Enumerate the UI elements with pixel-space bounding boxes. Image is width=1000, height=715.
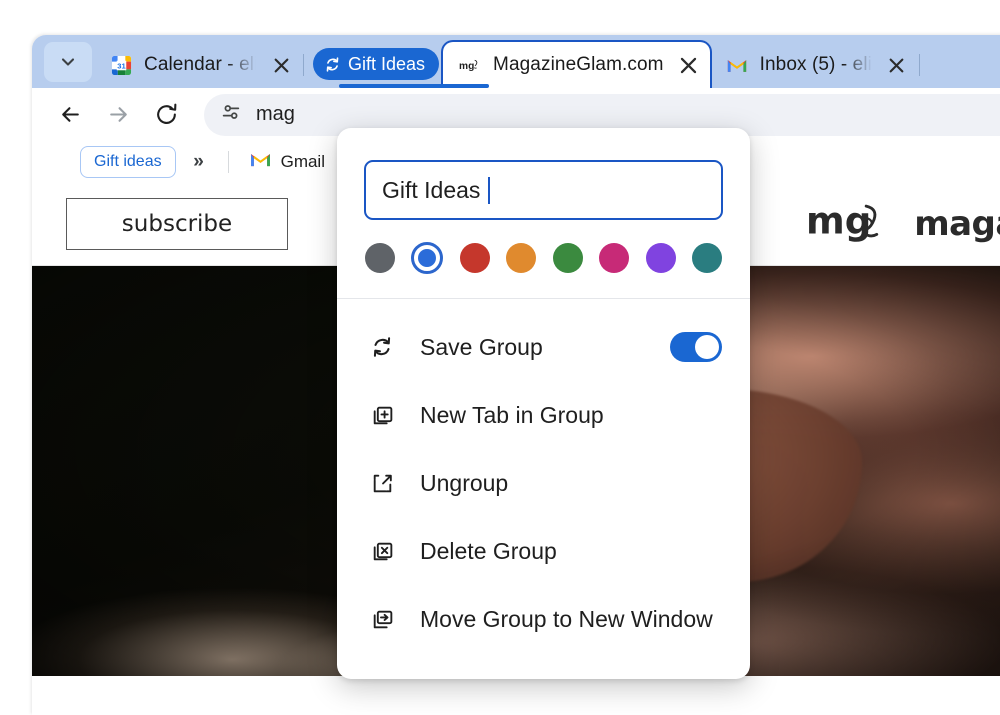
forward-button[interactable]	[96, 93, 140, 137]
svg-text:mg: mg	[459, 61, 474, 72]
menu-item-save-group[interactable]: Save Group	[337, 313, 750, 381]
ungroup-icon	[369, 470, 395, 496]
tab-separator	[303, 54, 304, 76]
tab-group-chip-label: Gift Ideas	[348, 53, 426, 74]
delete-group-icon	[369, 538, 395, 564]
svg-text:31: 31	[117, 61, 126, 70]
google-calendar-icon: 31	[110, 54, 132, 76]
color-swatch-grey[interactable]	[365, 243, 395, 273]
menu-item-label: Delete Group	[420, 537, 557, 564]
close-icon	[274, 58, 288, 72]
group-color-picker	[337, 220, 750, 298]
tab-calendar[interactable]: 31 Calendar - eli	[96, 42, 300, 88]
color-swatch-cyan[interactable]	[691, 243, 722, 273]
group-name-value: Gift Ideas	[382, 176, 481, 203]
new-tab-in-group-icon	[369, 402, 395, 428]
tab-title: MagazineGlam.com	[493, 54, 664, 75]
gmail-icon	[249, 151, 272, 173]
back-button[interactable]	[48, 93, 92, 137]
save-group-icon	[369, 334, 395, 360]
tab-magazineglam[interactable]: mg MagazineGlam.com	[441, 40, 712, 88]
tab-group-editor-popup: Gift Ideas Save Group New Tab in Group U…	[337, 128, 750, 679]
menu-item-label: Ungroup	[420, 469, 509, 496]
address-bar-text: mag	[256, 103, 295, 125]
magazineglam-favicon: mg	[459, 54, 481, 76]
tab-close-button[interactable]	[676, 52, 702, 78]
color-swatch-orange[interactable]	[506, 243, 537, 273]
forward-arrow-icon	[109, 107, 127, 122]
reload-button[interactable]	[144, 93, 188, 137]
menu-item-label: New Tab in Group	[420, 401, 604, 428]
tab-title: Calendar - eli	[144, 54, 256, 75]
site-brand: mg magazin	[806, 197, 1000, 252]
bookmark-item-gmail[interactable]: Gmail	[241, 147, 333, 177]
menu-item-new-tab-in-group[interactable]: New Tab in Group	[337, 381, 750, 449]
back-arrow-icon	[61, 107, 79, 122]
tab-close-button[interactable]	[884, 52, 910, 78]
color-swatch-purple[interactable]	[645, 243, 676, 273]
bookmarks-overflow-button[interactable]: »	[182, 147, 216, 177]
group-menu-list: Save Group New Tab in Group Ungroup Dele…	[337, 299, 750, 679]
reload-icon	[156, 103, 176, 124]
tab-strip: 31 Calendar - eli Gift Ideas mg Magazine…	[32, 35, 1000, 88]
chevron-down-icon	[61, 58, 75, 66]
group-name-input[interactable]: Gift Ideas	[364, 160, 723, 220]
tab-title: Inbox (5) - elis	[759, 54, 872, 75]
menu-item-move-group-to-new-window[interactable]: Move Group to New Window	[337, 585, 750, 653]
tab-search-chevron-button[interactable]	[44, 42, 92, 82]
tab-close-button[interactable]	[268, 52, 294, 78]
save-group-icon	[326, 56, 339, 72]
bookmark-saved-group-gift-ideas[interactable]: Gift ideas	[80, 146, 176, 178]
tab-separator	[918, 54, 920, 76]
browser-window: 31 Calendar - eli Gift Ideas mg Magazine…	[32, 35, 1000, 715]
gmail-icon	[726, 54, 748, 76]
tab-group-chip-gift-ideas[interactable]: Gift Ideas	[313, 48, 440, 80]
subscribe-button[interactable]: subscribe	[66, 198, 288, 250]
bookmarks-divider	[227, 151, 229, 173]
menu-item-delete-group[interactable]: Delete Group	[337, 517, 750, 585]
color-swatch-pink[interactable]	[599, 243, 630, 273]
close-icon	[680, 57, 697, 73]
bookmark-label: Gmail	[280, 152, 325, 171]
site-wordmark: magazin	[914, 204, 1000, 244]
svg-text:mg: mg	[806, 199, 871, 242]
text-caret	[488, 176, 491, 204]
menu-item-label: Move Group to New Window	[420, 605, 713, 632]
toggle-knob	[695, 335, 719, 359]
move-to-new-window-icon	[369, 606, 395, 632]
menu-item-label: Save Group	[420, 333, 543, 360]
tab-inbox[interactable]: Inbox (5) - elis	[712, 42, 916, 88]
close-icon	[889, 58, 904, 72]
magazineglam-logo: mg	[806, 197, 898, 252]
bookmark-chip-label: Gift ideas	[94, 153, 162, 170]
color-swatch-green[interactable]	[552, 243, 583, 273]
color-swatch-blue-selected[interactable]	[411, 242, 444, 274]
menu-item-ungroup[interactable]: Ungroup	[337, 449, 750, 517]
color-swatch-red[interactable]	[459, 243, 490, 273]
save-group-toggle[interactable]	[670, 332, 722, 362]
tune-icon[interactable]	[220, 101, 242, 128]
